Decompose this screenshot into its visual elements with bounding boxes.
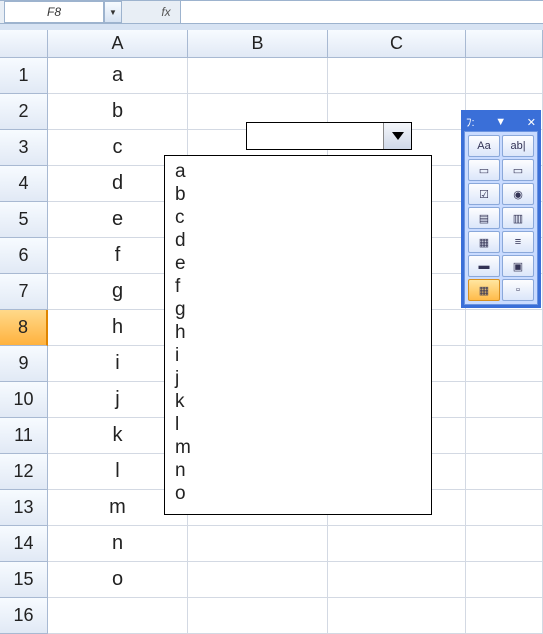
button-icon[interactable]: ▭ [502,159,534,181]
more-controls-icon[interactable]: ▦ [468,279,500,301]
cell[interactable] [188,58,328,94]
tool-pane-titlebar[interactable]: ﾌ: ▼ ✕ [464,113,538,131]
checkbox-icon[interactable]: ☑ [468,183,500,205]
col-header-D[interactable] [466,30,543,58]
dropdown-item[interactable]: g [175,298,421,321]
toggle-icon[interactable]: ▦ [468,231,500,253]
dropdown-item[interactable]: i [175,344,421,367]
row-header[interactable]: 15 [0,562,48,598]
image-icon[interactable]: ▣ [502,255,534,277]
grid-row: 14n [0,526,543,562]
combobox-dropdown-button[interactable] [383,123,411,149]
row-header[interactable]: 1 [0,58,48,94]
label-icon[interactable]: Aa [468,135,500,157]
row-header[interactable]: 12 [0,454,48,490]
dropdown-item[interactable]: d [175,229,421,252]
textbox-icon[interactable]: ab| [502,135,534,157]
cell[interactable] [188,562,328,598]
cell[interactable] [328,598,466,634]
dropdown-item[interactable]: n [175,459,421,482]
cell[interactable] [466,562,543,598]
cell[interactable]: b [48,94,188,130]
cell[interactable] [328,562,466,598]
dropdown-item[interactable]: f [175,275,421,298]
chevron-down-icon [392,132,404,140]
cell[interactable]: n [48,526,188,562]
cell[interactable] [466,310,543,346]
combobox-input[interactable] [247,123,383,149]
dropdown-item[interactable]: o [175,482,421,505]
col-header-B[interactable]: B [188,30,328,58]
dropdown-item[interactable]: k [175,390,421,413]
fx-button[interactable]: fx [152,1,180,23]
formula-bar: F8 ▼ fx [0,0,543,24]
dropdown-item[interactable]: l [175,413,421,436]
cell[interactable] [466,382,543,418]
cell[interactable] [188,598,328,634]
cell[interactable] [466,58,543,94]
grid-row: 16 [0,598,543,634]
combobox-control[interactable] [246,122,412,150]
group-box-icon[interactable]: ▭ [468,159,500,181]
col-header-A[interactable]: A [48,30,188,58]
close-icon[interactable]: ✕ [527,116,536,129]
row-header[interactable]: 14 [0,526,48,562]
row-header[interactable]: 9 [0,346,48,382]
cell[interactable] [466,490,543,526]
row-header[interactable]: 5 [0,202,48,238]
spin-icon[interactable]: ≡ [502,231,534,253]
option-button-icon[interactable]: ◉ [502,183,534,205]
column-headers: A B C [0,30,543,58]
row-header[interactable]: 16 [0,598,48,634]
dropdown-item[interactable]: a [175,160,421,183]
col-header-C[interactable]: C [328,30,466,58]
dropdown-item[interactable]: e [175,252,421,275]
dropdown-item[interactable]: h [175,321,421,344]
cell[interactable] [466,346,543,382]
combobox-icon[interactable]: ▥ [502,207,534,229]
cell[interactable] [466,418,543,454]
tool-pane-options-icon[interactable]: ▼ [495,116,506,128]
row-header[interactable]: 7 [0,274,48,310]
cell[interactable]: o [48,562,188,598]
tool-pane-title: ﾌ: [466,114,475,130]
dropdown-item[interactable]: j [175,367,421,390]
cell[interactable] [466,454,543,490]
cell[interactable] [328,526,466,562]
row-header[interactable]: 2 [0,94,48,130]
name-box-dropdown[interactable]: ▼ [104,1,122,23]
row-header[interactable]: 10 [0,382,48,418]
properties-icon[interactable]: ▫ [502,279,534,301]
cell[interactable] [466,526,543,562]
grid-row: 1a [0,58,543,94]
dropdown-item[interactable]: m [175,436,421,459]
cell[interactable] [48,598,188,634]
forms-tool-pane[interactable]: ﾌ: ▼ ✕ Aaab|▭▭☑◉▤▥▦≡▬▣▦▫ [461,110,541,308]
row-header[interactable]: 11 [0,418,48,454]
row-header[interactable]: 3 [0,130,48,166]
cell[interactable] [328,58,466,94]
grid-row: 15o [0,562,543,598]
dropdown-item[interactable]: c [175,206,421,229]
scrollbar-icon[interactable]: ▬ [468,255,500,277]
row-header[interactable]: 13 [0,490,48,526]
cell[interactable] [466,598,543,634]
select-all-corner[interactable] [0,30,48,58]
name-box[interactable]: F8 [4,1,104,23]
cell[interactable]: a [48,58,188,94]
row-header[interactable]: 6 [0,238,48,274]
formula-input[interactable] [180,1,543,23]
listbox-icon[interactable]: ▤ [468,207,500,229]
dropdown-item[interactable]: b [175,183,421,206]
row-header[interactable]: 4 [0,166,48,202]
row-header[interactable]: 8 [0,310,48,346]
cell[interactable] [188,526,328,562]
combobox-dropdown-list[interactable]: abcdefghijklmno [164,155,432,515]
